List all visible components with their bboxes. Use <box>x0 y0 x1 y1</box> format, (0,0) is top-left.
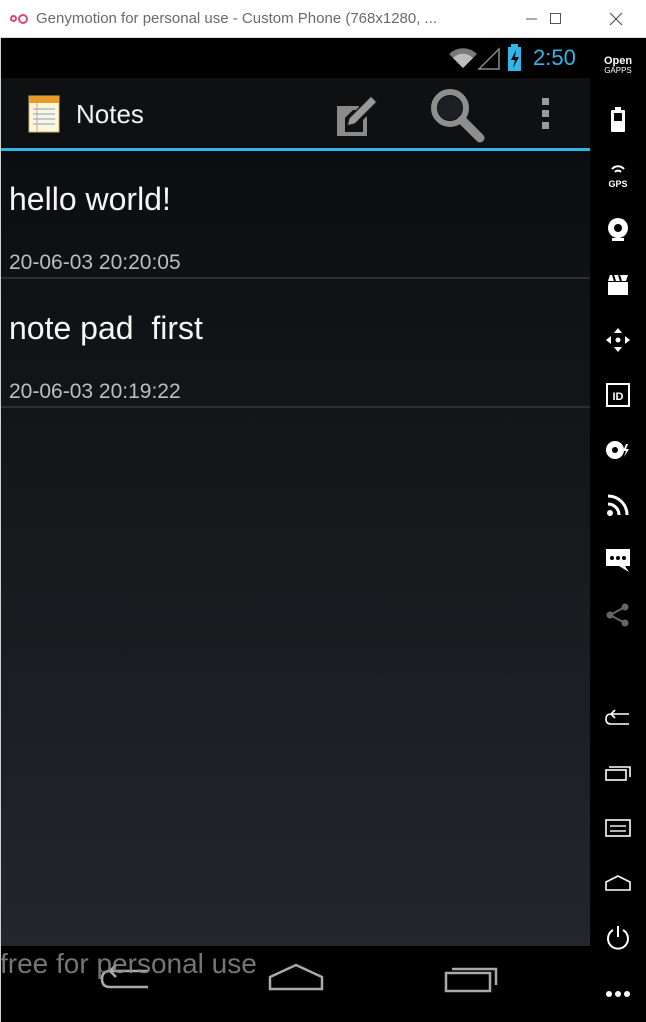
genymotion-logo-icon <box>10 12 30 26</box>
side-menu-button[interactable] <box>590 808 646 848</box>
list-item[interactable]: hello world! 20-06-03 20:20:05 <box>1 151 590 279</box>
home-icon <box>605 875 631 891</box>
opengapps-icon: Open GAPPS <box>604 56 632 76</box>
maximize-button[interactable] <box>533 0 579 38</box>
power-button[interactable] <box>590 918 646 958</box>
notepad-icon <box>28 95 60 133</box>
share-button[interactable] <box>590 595 646 635</box>
dpad-button[interactable] <box>590 320 646 360</box>
recent-apps-icon <box>605 766 631 781</box>
list-item[interactable]: note pad first 20-06-03 20:19:22 <box>1 280 590 408</box>
webcam-icon <box>608 218 628 241</box>
sms-icon <box>606 549 630 572</box>
wifi-icon <box>449 48 477 68</box>
gps-label: GPS <box>608 179 627 189</box>
dpad-icon <box>606 328 630 352</box>
network-button[interactable] <box>590 485 646 525</box>
note-date: 20-06-03 20:19:22 <box>9 380 181 403</box>
identifiers-button[interactable]: ID <box>590 375 646 415</box>
nav-home-button[interactable] <box>263 958 329 998</box>
search-icon <box>431 89 485 143</box>
search-button[interactable] <box>423 84 489 146</box>
back-icon <box>605 709 629 725</box>
webcam-button[interactable] <box>590 210 646 250</box>
overflow-menu-icon <box>542 98 549 129</box>
maximize-icon <box>550 13 561 24</box>
new-note-icon <box>337 94 379 136</box>
window-title: Genymotion for personal use - Custom Pho… <box>36 10 438 27</box>
note-date: 20-06-03 20:20:05 <box>9 251 181 274</box>
side-back-button[interactable] <box>590 698 646 738</box>
side-toolbar: Open GAPPS GPS ID <box>590 38 646 1022</box>
page-title: Notes <box>76 99 144 129</box>
android-screen: 2:50 Notes hello world! 20-06-03 20:20:0… <box>1 38 590 1022</box>
status-time: 2:50 <box>533 45 576 70</box>
cell-signal-icon <box>477 47 500 70</box>
opengapps-label-top: Open <box>603 55 633 67</box>
opengapps-button[interactable]: Open GAPPS <box>590 46 646 86</box>
battery-charging-icon <box>508 44 521 71</box>
app-icon-button[interactable] <box>25 94 63 134</box>
gps-icon: GPS <box>608 165 628 189</box>
note-title: hello world! <box>9 181 171 217</box>
nav-recents-button[interactable] <box>437 958 503 998</box>
identifiers-icon: ID <box>606 383 630 407</box>
side-home-button[interactable] <box>590 863 646 903</box>
capture-button[interactable] <box>590 265 646 305</box>
share-icon <box>606 603 629 627</box>
gps-button[interactable]: GPS <box>590 155 646 195</box>
power-icon <box>607 926 629 950</box>
capture-icon <box>608 274 628 295</box>
note-title: note pad first <box>9 310 203 346</box>
home-icon <box>268 963 324 991</box>
network-icon <box>607 494 629 516</box>
recents-icon <box>444 967 498 993</box>
more-button[interactable] <box>590 974 646 1014</box>
overflow-menu-button[interactable] <box>531 94 561 134</box>
battery-icon <box>611 107 625 132</box>
battery-button[interactable] <box>590 100 646 140</box>
watermark: free for personal use <box>0 948 257 979</box>
close-button[interactable] <box>593 0 639 38</box>
disk-io-icon <box>606 441 629 459</box>
menu-icon <box>605 819 631 837</box>
disk-io-button[interactable] <box>590 430 646 470</box>
more-icon <box>606 991 630 997</box>
side-recent-apps-button[interactable] <box>590 753 646 793</box>
close-icon <box>609 12 623 26</box>
status-bar: 2:50 <box>1 38 590 78</box>
window-title-bar: Genymotion for personal use - Custom Pho… <box>0 0 646 38</box>
action-bar: Notes <box>1 78 590 151</box>
notes-list: hello world! 20-06-03 20:20:05 note pad … <box>1 151 590 946</box>
opengapps-label-bottom: GAPPS <box>604 66 632 75</box>
id-label: ID <box>613 391 624 403</box>
sms-button[interactable] <box>590 540 646 580</box>
new-note-button[interactable] <box>329 88 385 140</box>
